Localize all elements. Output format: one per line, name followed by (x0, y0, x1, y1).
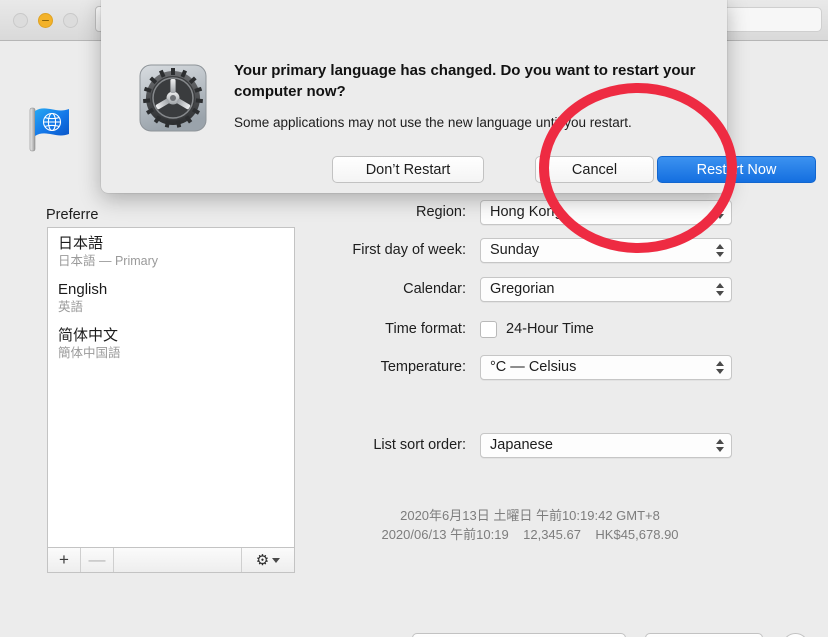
preview-line-2: 2020/06/13 午前10:19 12,345.67 HK$45,678.9… (381, 527, 679, 542)
language-subtitle: 日本語 — Primary (58, 254, 159, 268)
region-value: Hong Kong (490, 204, 563, 220)
stepper-arrows-icon (716, 278, 724, 301)
first-day-of-week-value: Sunday (490, 242, 540, 258)
help-button[interactable]: ? (782, 633, 809, 637)
language-name: 简体中文 (58, 327, 119, 344)
preferred-languages-label: Preferre (46, 207, 99, 223)
stepper-arrows-icon (716, 434, 724, 457)
temperature-select[interactable]: °C — Celsius (480, 354, 732, 380)
advanced-button[interactable]: Advanced… (645, 633, 763, 637)
region-select[interactable]: Hong Kong (480, 199, 732, 225)
list-sort-order-label: List sort order: (373, 437, 466, 453)
preferred-languages-list[interactable]: 日本語 日本語 — Primary English 英語 简体中文 簡体中国語 (47, 227, 295, 548)
region-label: Region: (416, 204, 466, 220)
stepper-arrows-icon (716, 201, 724, 224)
restart-confirmation-sheet: Your primary language has changed. Do yo… (101, 0, 816, 193)
keyboard-preferences-button[interactable]: Keyboard Preferences… (412, 633, 626, 637)
region-row: Region: Hong Kong (300, 199, 760, 225)
temperature-value: °C — Celsius (490, 359, 577, 375)
remove-language-button[interactable]: — (81, 548, 114, 572)
system-preferences-gear-icon (137, 62, 209, 134)
language-subtitle: 英語 (58, 300, 84, 314)
cancel-button[interactable]: Cancel (535, 156, 654, 183)
temperature-label: Temperature: (380, 359, 466, 375)
calendar-label: Calendar: (403, 281, 466, 297)
preview-line-1: 2020年6月13日 土曜日 午前10:19:42 GMT+8 (400, 508, 660, 523)
language-region-window: Language & Region (0, 0, 828, 637)
time-format-checkbox-group[interactable]: 24-Hour Time (480, 320, 594, 338)
language-name: 日本語 (58, 235, 104, 252)
24-hour-time-checkbox[interactable] (480, 320, 497, 338)
temperature-row: Temperature: °C — Celsius (300, 354, 760, 380)
list-item[interactable]: 日本語 日本語 — Primary (48, 228, 294, 274)
list-sort-order-value: Japanese (490, 437, 553, 453)
calendar-select[interactable]: Gregorian (480, 276, 732, 302)
toolbar-spacer (114, 548, 241, 572)
list-sort-order-select[interactable]: Japanese (480, 432, 732, 458)
language-name: English (58, 281, 108, 298)
calendar-row: Calendar: Gregorian (300, 276, 760, 302)
language-subtitle: 簡体中国語 (58, 346, 121, 360)
calendar-value: Gregorian (490, 281, 555, 297)
24-hour-time-label: 24-Hour Time (506, 321, 594, 337)
first-day-of-week-label: First day of week: (352, 242, 466, 258)
list-item[interactable]: English 英語 (48, 274, 294, 320)
time-format-row: Time format: 24-Hour Time (300, 316, 760, 342)
format-preview: 2020年6月13日 土曜日 午前10:19:42 GMT+8 2020/06/… (300, 506, 760, 544)
dont-restart-button[interactable]: Don’t Restart (332, 156, 484, 183)
first-day-of-week-select[interactable]: Sunday (480, 237, 732, 263)
add-language-button[interactable]: + (48, 548, 81, 572)
list-actions-menu-button[interactable]: ⚙ (241, 548, 294, 572)
sheet-title: Your primary language has changed. Do yo… (234, 62, 696, 100)
time-format-label: Time format: (385, 321, 466, 337)
restart-now-button[interactable]: Restart Now (657, 156, 816, 183)
list-sort-order-row: List sort order: Japanese (300, 432, 760, 458)
sheet-message: Some applications may not use the new la… (234, 115, 632, 130)
first-day-of-week-row: First day of week: Sunday (300, 237, 760, 263)
chevron-down-icon (272, 557, 281, 563)
language-region-flag-icon (22, 105, 82, 157)
gear-icon: ⚙ (255, 551, 270, 569)
list-toolbar: + — ⚙ (47, 548, 295, 573)
stepper-arrows-icon (716, 356, 724, 379)
stepper-arrows-icon (716, 239, 724, 262)
list-item[interactable]: 简体中文 簡体中国語 (48, 320, 294, 366)
